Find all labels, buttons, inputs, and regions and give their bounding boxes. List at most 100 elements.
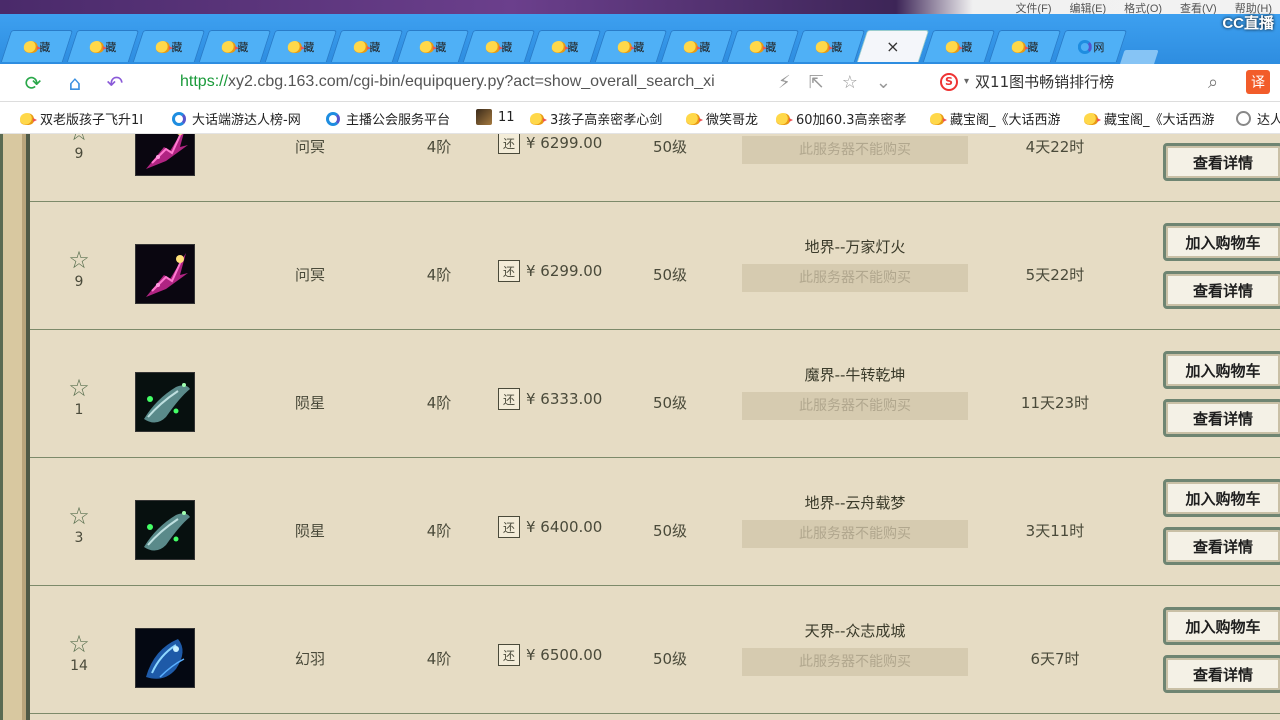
server-cell: 天界--众志成城 此服务器不能购买 [742,620,968,676]
chick-favicon-icon [749,40,764,53]
server-cell: 地界--云舟载梦 此服务器不能购买 [742,492,968,548]
browser-tab[interactable]: 藏 [66,30,140,62]
search-engine-chevron-icon[interactable]: ▾ [964,76,969,87]
browser-tab[interactable]: 藏 [330,30,404,62]
bookmark-item[interactable]: 3孩子高亲密孝心剑 [530,109,662,128]
bookmark-item[interactable]: 达人 [1236,109,1280,128]
favorite-cell[interactable]: ☆9 [66,248,92,290]
bargain-badge-icon: 还 [498,134,520,154]
active-tab[interactable]: × [856,30,930,62]
bookmark-item[interactable]: 11 [476,109,515,125]
add-to-cart-button[interactable]: 加入购物车 [1163,479,1280,517]
chick-favicon-icon [221,40,236,53]
browser-tab[interactable]: 藏 [0,30,74,62]
add-to-cart-button[interactable]: 加入购物车 [1163,351,1280,389]
favorite-star-icon[interactable]: ☆ [842,72,858,93]
search-box[interactable]: S ▾ 双11图书畅销排行榜 [940,71,1114,92]
browser-tab[interactable]: 藏 [726,30,800,62]
menu-edit[interactable]: 编辑(E) [1069,0,1106,15]
favorite-cell[interactable]: ☆9 [66,134,92,162]
cannot-buy-notice: 此服务器不能购买 [742,648,968,676]
chick-favicon-icon [155,40,170,53]
equipment-thumbnail[interactable] [135,372,195,432]
browser-tab[interactable]: 藏 [988,30,1062,62]
favorite-star-icon[interactable]: ☆ [66,504,92,528]
price-cell: 还 ¥ 6400.00 [498,516,602,538]
bookmark-label: 微笑哥龙 [706,113,759,128]
favorite-star-icon[interactable]: ☆ [66,248,92,272]
browser-tab[interactable]: 藏 [462,30,536,62]
favorite-cell[interactable]: ☆ 3 [66,504,92,546]
address-bar: ⟳ ⌂ ↶ https://xy2.cbg.163.com/cgi-bin/eq… [0,64,1280,102]
bookmark-item[interactable]: 60加60.3高亲密孝 [776,109,907,128]
tab-label: 藏 [105,40,117,54]
bookmark-item[interactable]: 大话端游达人榜-网 [172,109,301,128]
browser-bookmark-icon [326,111,340,126]
browser-tab[interactable]: 藏 [594,30,668,62]
tab-label: 藏 [303,40,315,54]
add-to-cart-button[interactable]: 加入购物车 [1163,607,1280,645]
translate-button[interactable]: 译 [1246,70,1270,94]
browser-tab[interactable]: 藏 [660,30,734,62]
browser-tab[interactable]: 网 [1054,30,1128,62]
tab-label: 藏 [567,40,579,54]
bookmark-item[interactable]: 主播公会服务平台 [326,109,450,128]
chevron-down-icon[interactable]: ⌄ [876,72,891,93]
bookmark-item[interactable]: 藏宝阁_《大话西游 [1084,109,1215,128]
lightning-icon[interactable]: ⚡ [778,72,791,93]
search-icon[interactable]: ⌕ [1208,72,1218,93]
favorite-cell[interactable]: ☆ 1 [66,376,92,418]
close-icon[interactable]: × [886,37,899,56]
view-details-button[interactable]: 查看详情 [1163,527,1280,565]
chick-favicon-icon [287,40,302,53]
favorite-star-icon[interactable]: ☆ [66,376,92,400]
browser-tab[interactable]: 藏 [132,30,206,62]
url-scheme: https:// [180,73,229,90]
view-details-button[interactable]: 查看详情 [1163,399,1280,437]
browser-tab-bar: 藏 藏 藏 藏 藏 藏 藏 藏 藏 藏 藏 藏 藏 × 藏 藏 网 [0,14,1280,66]
equipment-thumbnail[interactable] [135,628,195,688]
bookmark-item[interactable]: 双老版孩子飞升1I [20,109,143,128]
remaining-time: 11天23时 [1020,394,1090,412]
equipment-thumbnail[interactable] [135,244,195,304]
browser-tab[interactable]: 藏 [792,30,866,62]
equipment-tier: 4阶 [426,650,452,668]
url-field[interactable]: https://xy2.cbg.163.com/cgi-bin/equipque… [180,73,765,91]
favorite-count: 9 [74,146,84,162]
add-to-cart-button[interactable]: 加入购物车 [1163,223,1280,261]
bookmark-label: 藏宝阁_《大话西游 [1104,113,1215,128]
search-suggestion: 双11图书畅销排行榜 [975,73,1115,91]
browser-tab[interactable]: 藏 [264,30,338,62]
browser-tab[interactable]: 藏 [922,30,996,62]
chick-favicon-icon [485,40,500,53]
favorite-star-icon[interactable]: ☆ [66,632,92,656]
favorite-star-icon[interactable]: ☆ [66,134,92,144]
browser-bookmark-icon [172,111,186,126]
view-details-button[interactable]: 查看详情 [1163,143,1280,181]
equipment-thumbnail[interactable] [135,134,195,176]
bargain-badge-icon: 还 [498,388,520,410]
equipment-thumbnail[interactable] [135,500,195,560]
bookmark-item[interactable]: 微笑哥龙 [686,109,758,128]
undo-icon[interactable]: ↶ [102,70,128,96]
browser-tab[interactable]: 藏 [528,30,602,62]
menu-format[interactable]: 格式(O) [1124,0,1162,15]
cc-live-logo: CC直播 [1222,15,1274,32]
browser-tab[interactable]: 藏 [396,30,470,62]
share-icon[interactable]: ⇱ [809,72,824,93]
browser-tab[interactable]: 藏 [198,30,272,62]
view-details-button[interactable]: 查看详情 [1163,271,1280,309]
menu-view[interactable]: 查看(V) [1180,0,1217,15]
chick-bookmark-icon [930,112,947,125]
chick-favicon-icon [1011,40,1026,53]
equipment-name: 问冥 [294,266,325,284]
equipment-tier: 4阶 [426,522,452,540]
tab-label: 藏 [171,40,183,54]
favorite-cell[interactable]: ☆ 14 [66,632,92,674]
view-details-button[interactable]: 查看详情 [1163,655,1280,693]
menu-file[interactable]: 文件(F) [1015,0,1051,15]
bookmark-item[interactable]: 藏宝阁_《大话西游 [930,109,1061,128]
home-icon[interactable]: ⌂ [62,70,88,96]
equipment-tier: 4阶 [426,138,452,156]
refresh-icon[interactable]: ⟳ [20,70,46,96]
